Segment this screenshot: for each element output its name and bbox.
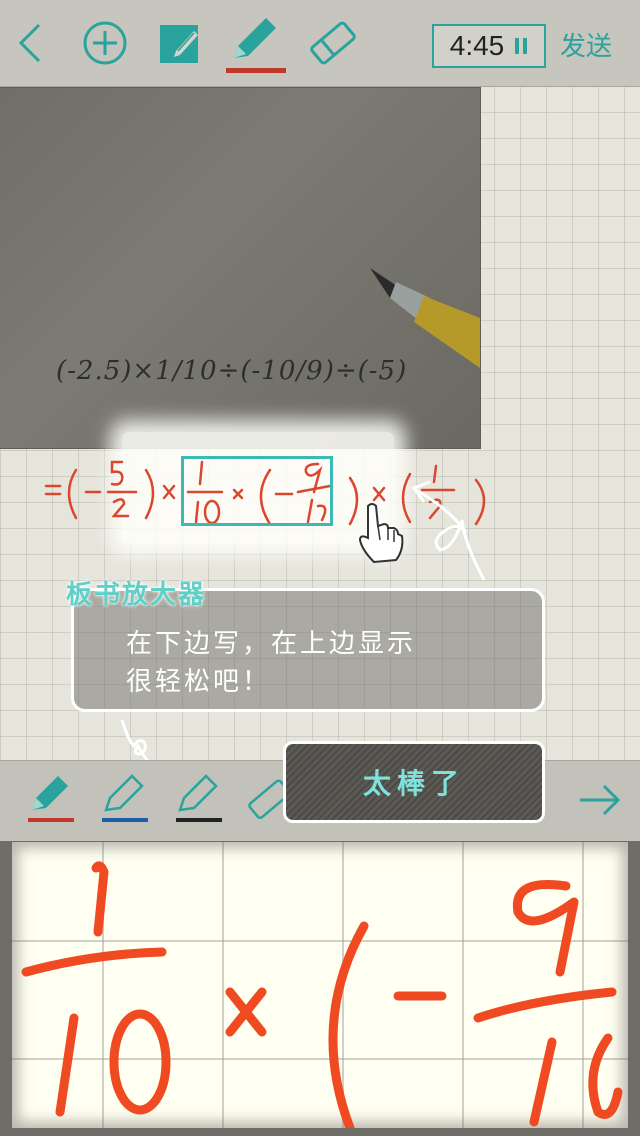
eraser-icon: [310, 21, 356, 65]
back-icon: [18, 23, 41, 63]
pen-icon: [226, 18, 286, 73]
magnifier-frame[interactable]: [181, 456, 333, 526]
add-button[interactable]: [80, 0, 130, 86]
edit-button[interactable]: [156, 0, 204, 86]
add-icon: [83, 21, 127, 65]
timer[interactable]: 4:45: [432, 24, 546, 68]
problem-expression: (-2.5)×1/10÷(-10/9)÷(-5): [56, 356, 408, 386]
blue-pen-button[interactable]: [102, 770, 150, 830]
tip-line-2: 很轻松吧！: [126, 667, 272, 697]
edit-icon: [160, 25, 198, 63]
tip-line-1: 在下边写，在上边显示: [126, 629, 417, 659]
send-button[interactable]: 发送: [560, 26, 612, 63]
next-button[interactable]: [578, 782, 622, 822]
arrow-right-icon: [580, 784, 621, 816]
top-toolbar: 4:45 发送: [0, 0, 640, 87]
red-pen-icon: [28, 776, 74, 822]
zoomed-handwriting: [21, 861, 623, 1128]
pause-icon: [515, 38, 528, 54]
handwriting-input-area[interactable]: [12, 842, 628, 1128]
timer-text: 4:45: [449, 30, 505, 61]
great-button[interactable]: 太棒了: [283, 741, 545, 823]
great-button-label: 太棒了: [362, 767, 465, 800]
pen-button[interactable]: [224, 0, 288, 86]
hand-pointer-icon: [358, 503, 404, 564]
gesture-arrow-up: [411, 480, 486, 581]
red-pen-button[interactable]: [28, 770, 76, 830]
back-button[interactable]: [10, 0, 50, 86]
black-pen-button[interactable]: [176, 770, 224, 830]
blue-pen-icon: [102, 774, 148, 822]
problem-photo: (-2.5)×1/10÷(-10/9)÷(-5): [0, 88, 480, 448]
eraser-button[interactable]: [306, 0, 360, 86]
tip-title: 板书放大器: [66, 580, 207, 610]
black-pen-icon: [176, 774, 222, 822]
